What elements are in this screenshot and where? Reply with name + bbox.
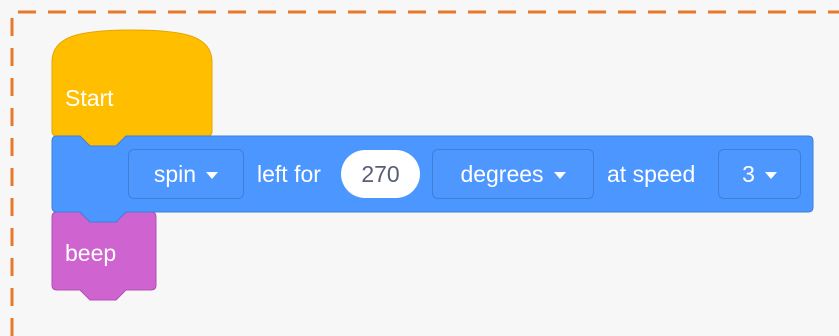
caret-down-icon (764, 171, 777, 179)
spin-block[interactable] (0, 0, 839, 336)
speed-dropdown[interactable]: 3 (718, 149, 801, 199)
beep-label: beep (65, 240, 117, 266)
unit-dropdown[interactable]: degrees (432, 149, 594, 199)
left-for-label: left for (257, 161, 321, 187)
caret-down-icon (553, 171, 566, 179)
direction-dropdown[interactable]: spin (128, 149, 244, 199)
at-speed-label: at speed (607, 161, 696, 187)
workspace-canvas[interactable]: Start spin left for 270 degrees at speed… (0, 0, 839, 336)
unit-value: degrees (460, 160, 544, 187)
speed-value: 3 (742, 160, 755, 187)
degrees-amount-input[interactable]: 270 (341, 150, 420, 198)
start-label: Start (65, 85, 114, 111)
caret-down-icon (206, 171, 219, 179)
direction-value: spin (153, 160, 197, 187)
